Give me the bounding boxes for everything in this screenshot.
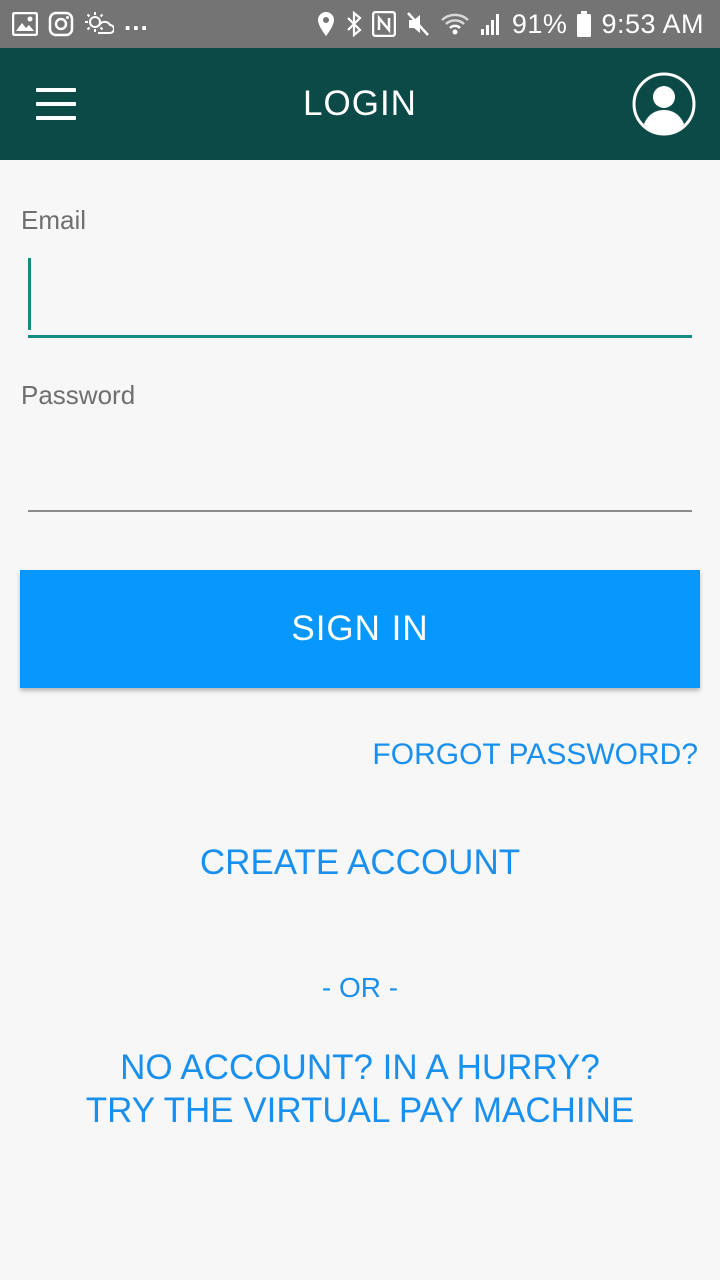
bluetooth-icon [346, 11, 362, 37]
forgot-password-link[interactable]: FORGOT PASSWORD? [372, 738, 698, 772]
text-cursor [28, 258, 31, 330]
status-bar-right: 91% 9:53 AM [316, 9, 704, 40]
status-time: 9:53 AM [601, 8, 704, 39]
create-account-link[interactable]: CREATE ACCOUNT [0, 843, 720, 883]
virtual-pay-line-2: TRY THE VIRTUAL PAY MACHINE [85, 1091, 635, 1130]
more-notifications-indicator: ... [124, 5, 149, 36]
instagram-icon [48, 11, 74, 37]
status-bar-left: ... [12, 6, 149, 37]
password-label: Password [21, 380, 136, 410]
app-bar: LOGIN [0, 48, 720, 160]
wifi-icon [440, 12, 470, 36]
battery-percentage: 91% [511, 8, 568, 39]
virtual-pay-machine-link[interactable]: NO ACCOUNT? IN A HURRY? TRY THE VIRTUAL … [0, 1046, 720, 1132]
location-icon [316, 11, 336, 37]
password-field[interactable] [28, 432, 692, 512]
signal-icon [480, 12, 502, 36]
user-profile-icon[interactable] [632, 72, 696, 136]
battery-icon [577, 11, 592, 37]
weather-icon [84, 11, 114, 37]
nfc-icon [371, 11, 396, 37]
email-label: Email [21, 205, 87, 235]
or-divider: - OR - [321, 972, 399, 1003]
status-bar: ... 91% 9:53 AM [0, 0, 720, 48]
mute-icon [406, 11, 430, 37]
virtual-pay-line-1: NO ACCOUNT? IN A HURRY? [120, 1048, 600, 1087]
sign-in-button[interactable]: SIGN IN [20, 570, 700, 688]
hamburger-menu-icon[interactable] [36, 88, 76, 120]
email-field[interactable] [28, 258, 692, 338]
page-title: LOGIN [303, 84, 417, 123]
gallery-icon [12, 12, 38, 36]
